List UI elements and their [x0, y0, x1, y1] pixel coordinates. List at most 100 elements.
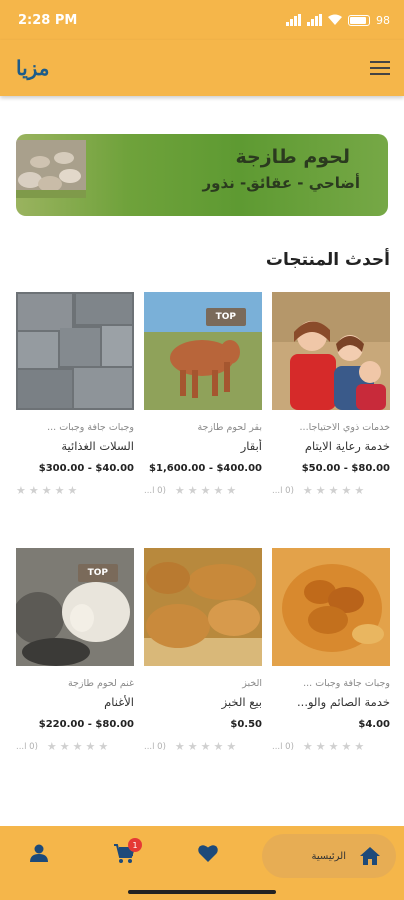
star-icon: ★: [41, 484, 52, 497]
star-icon: ★: [174, 484, 185, 497]
product-image[interactable]: TOP: [144, 292, 262, 410]
product-image[interactable]: [272, 292, 390, 410]
star-icon: ★: [200, 740, 211, 753]
star-icon: ★: [28, 484, 39, 497]
rating-count: (0 ا...: [144, 741, 166, 752]
product-rating: ★ ★ ★ ★ ★ (0 ا...: [144, 484, 262, 497]
star-icon: ★: [226, 484, 237, 497]
product-price: $4.00: [358, 719, 390, 730]
logo-text: مزيا: [16, 56, 50, 80]
heart-icon: [198, 845, 218, 862]
star-icon: ★: [85, 740, 96, 753]
food-bags-photo-icon: [16, 292, 134, 410]
star-icon: ★: [315, 740, 326, 753]
star-icon: ★: [213, 484, 224, 497]
star-icon: ★: [354, 740, 365, 753]
rating-count: (0 ا...: [272, 741, 294, 752]
cart-count-badge: 1: [128, 838, 142, 852]
chicken-rice-photo-icon: [272, 548, 390, 666]
home-icon: [360, 847, 380, 865]
star-icon: ★: [315, 484, 326, 497]
nav-home-label: الرئيسية: [311, 850, 346, 862]
app-logo[interactable]: مزيا: [16, 56, 50, 80]
product-rating: ★ ★ ★ ★ ★ (0 ا...: [144, 740, 262, 753]
product-price: $50.00 - $80.00: [301, 463, 390, 474]
product-image[interactable]: [144, 548, 262, 666]
status-bar: 2:28 PM 98: [0, 0, 404, 40]
promo-banner[interactable]: لحوم طازجة أضاحي - عقائق- نذور: [16, 134, 388, 216]
sheep-flock-image: [16, 140, 86, 198]
product-category: بقر لحوم طازجة: [197, 422, 262, 433]
product-card[interactable]: وجبات جافة وجبات ... السلات الغذائية $30…: [16, 292, 134, 497]
product-image[interactable]: [16, 292, 134, 410]
star-icon: ★: [54, 484, 65, 497]
product-price: $220.00 - $80.00: [38, 719, 134, 730]
product-image[interactable]: TOP: [16, 548, 134, 666]
product-price: $300.00 - $40.00: [38, 463, 134, 474]
star-icon: ★: [67, 484, 78, 497]
star-icon: ★: [328, 484, 339, 497]
product-category: غنم لحوم طازجة: [67, 678, 134, 689]
product-card[interactable]: الخبز بيع الخبز $0.50 ★ ★ ★ ★ ★ (0 ا...: [144, 548, 262, 753]
bottom-navigation: الرئيسية 1: [0, 826, 404, 900]
star-icon: ★: [46, 740, 57, 753]
latest-products-title: أحدث المنتجات: [265, 250, 390, 270]
product-category: وجبات جافة وجبات ...: [47, 422, 134, 433]
home-indicator: [128, 890, 276, 894]
app-bar: مزيا: [0, 40, 404, 96]
product-price: $0.50: [230, 719, 262, 730]
star-icon: ★: [59, 740, 70, 753]
star-icon: ★: [200, 484, 211, 497]
nav-home[interactable]: الرئيسية: [262, 834, 396, 878]
product-name[interactable]: الأغنام: [16, 695, 134, 709]
product-price: $1,600.00 - $400.00: [149, 463, 262, 474]
star-icon: ★: [213, 740, 224, 753]
star-icon: ★: [226, 740, 237, 753]
product-image[interactable]: [272, 548, 390, 666]
nav-cart[interactable]: 1: [114, 838, 142, 868]
product-card[interactable]: TOP غنم لحوم طازجة الأغنام $220.00 - $80…: [16, 548, 134, 753]
product-name[interactable]: خدمة رعاية الايتام: [272, 439, 390, 453]
product-name[interactable]: خدمة الصائم والو...: [272, 695, 390, 709]
rating-count: (0 ا...: [16, 741, 38, 752]
rating-count: (0 ا...: [272, 485, 294, 496]
product-card[interactable]: خدمات ذوي الاحتياجا... خدمة رعاية الايتا…: [272, 292, 390, 497]
product-name[interactable]: السلات الغذائية: [16, 439, 134, 453]
product-card[interactable]: وجبات جافة وجبات ... خدمة الصائم والو...…: [272, 548, 390, 753]
top-badge: TOP: [205, 308, 246, 326]
signal-icon-2: [307, 14, 322, 26]
children-photo-icon: [272, 292, 390, 410]
battery-icon: [348, 14, 370, 26]
banner-subtitle: أضاحي - عقائق- نذور: [202, 174, 360, 192]
hamburger-menu-icon[interactable]: [370, 61, 390, 75]
product-card[interactable]: TOP بقر لحوم طازجة أبقار $1,600.00 - $40…: [144, 292, 262, 497]
nav-account[interactable]: [30, 844, 48, 866]
star-icon: ★: [354, 484, 365, 497]
wifi-icon: [328, 14, 342, 25]
star-icon: ★: [302, 484, 313, 497]
user-icon: [30, 844, 48, 862]
product-rating: ★ ★ ★ ★ ★ (0 ا...: [272, 484, 390, 497]
product-category: وجبات جافة وجبات ...: [303, 678, 390, 689]
top-badge: TOP: [77, 564, 118, 582]
star-icon: ★: [16, 484, 26, 497]
bread-photo-icon: [144, 548, 262, 666]
star-icon: ★: [72, 740, 83, 753]
banner-title: لحوم طازجة: [235, 146, 350, 168]
status-time: 2:28 PM: [18, 12, 78, 28]
signal-icon: [286, 14, 301, 26]
nav-favorites[interactable]: [198, 844, 218, 866]
product-category: الخبز: [242, 678, 262, 689]
status-icons: 98: [286, 14, 390, 27]
star-icon: ★: [98, 740, 109, 753]
star-icon: ★: [187, 484, 198, 497]
product-rating: ★ ★ ★ ★ ★ (0 ا...: [272, 740, 390, 753]
product-category: خدمات ذوي الاحتياجا...: [299, 422, 390, 433]
star-icon: ★: [174, 740, 185, 753]
star-icon: ★: [328, 740, 339, 753]
product-rating: ★ ★ ★ ★ ★: [16, 484, 134, 497]
product-name[interactable]: أبقار: [144, 439, 262, 453]
star-icon: ★: [187, 740, 198, 753]
product-name[interactable]: بيع الخبز: [144, 695, 262, 709]
product-rating: ★ ★ ★ ★ ★ (0 ا...: [16, 740, 134, 753]
